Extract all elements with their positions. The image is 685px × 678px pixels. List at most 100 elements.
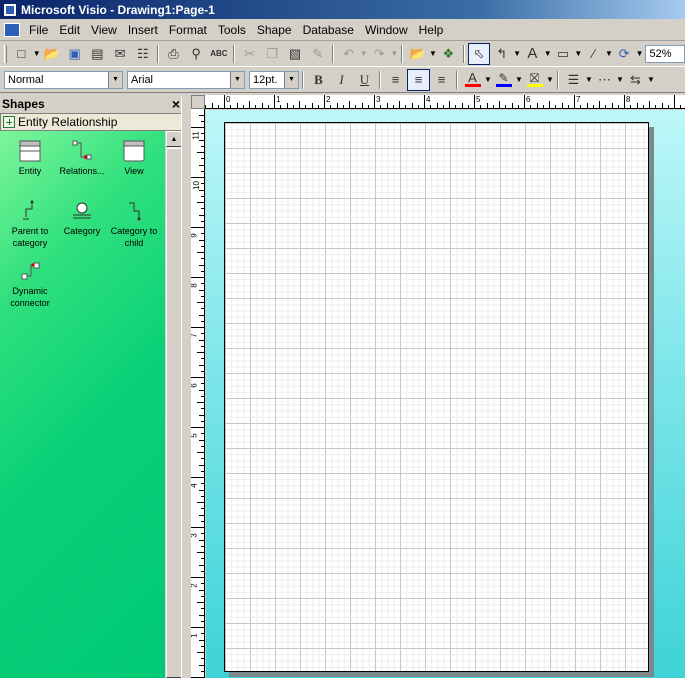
print-icon[interactable]: ⎙	[162, 43, 185, 65]
text-dropdown-icon[interactable]: ▼	[544, 49, 552, 58]
master-parent-to-category[interactable]: Parent to category	[0, 199, 60, 249]
fill-color-dropdown-icon[interactable]: ▼	[546, 75, 554, 84]
chevron-down-icon[interactable]: ▼	[284, 71, 298, 88]
align-center-icon[interactable]: ≡	[407, 68, 430, 91]
ruler-tick	[197, 202, 204, 203]
open-icon[interactable]: 📂	[41, 43, 64, 65]
copy-icon[interactable]: ❐	[261, 43, 284, 65]
print-preview-magnify-icon[interactable]: ⚲	[185, 43, 208, 65]
shape-explorer-icon[interactable]: ❖	[437, 43, 460, 65]
line-tool-icon[interactable]: ∕	[582, 43, 605, 65]
master-relationship[interactable]: Relations...	[52, 139, 112, 177]
redo-dropdown-icon[interactable]: ▼	[390, 49, 398, 58]
shapes-dropdown-icon[interactable]: ▼	[429, 49, 437, 58]
ruler-tick	[592, 105, 594, 108]
connector-tool-icon[interactable]: ↰	[490, 43, 513, 65]
style-select[interactable]: Normal ▼	[4, 70, 123, 89]
ruler-tick	[201, 133, 204, 135]
horizontal-ruler[interactable]: 0 1 2 3 4 5 6 7 8	[205, 95, 685, 109]
close-icon[interactable]: ×	[172, 96, 180, 112]
line-ends-icon[interactable]: ⇆	[624, 69, 647, 91]
menu-window[interactable]: Window	[362, 21, 416, 39]
font-color-dropdown-icon[interactable]: ▼	[484, 75, 492, 84]
text-tool-icon[interactable]: A	[521, 43, 544, 65]
vertical-ruler[interactable]: 1110987654321	[191, 109, 205, 678]
rotate-tool-icon[interactable]: ⟳	[613, 43, 636, 65]
pointer-tool-icon[interactable]: ⬁	[467, 42, 491, 65]
drawing-canvas[interactable]	[206, 110, 685, 678]
menu-edit[interactable]: Edit	[56, 21, 88, 39]
line-pattern-dropdown-icon[interactable]: ▼	[616, 75, 624, 84]
ruler-tick	[201, 608, 204, 610]
align-right-icon[interactable]: ≡	[430, 69, 453, 91]
italic-icon[interactable]: I	[330, 69, 353, 91]
ruler-tick	[201, 570, 204, 572]
panel-splitter[interactable]	[181, 95, 191, 678]
scroll-thumb[interactable]	[166, 148, 182, 678]
toolbar-grip[interactable]	[4, 44, 7, 63]
cut-icon[interactable]: ✂	[238, 43, 261, 65]
email-icon[interactable]: ✉	[109, 43, 132, 65]
line-dropdown-icon[interactable]: ▼	[605, 49, 613, 58]
rectangle-dropdown-icon[interactable]: ▼	[574, 49, 582, 58]
line-ends-dropdown-icon[interactable]: ▼	[647, 75, 655, 84]
ruler-corner[interactable]	[191, 95, 205, 109]
format-painter-icon[interactable]: ✎	[306, 43, 329, 65]
chevron-down-icon[interactable]: ▼	[230, 71, 244, 88]
line-color-icon[interactable]: ✎	[492, 69, 515, 91]
spelling-icon[interactable]: ABC	[208, 43, 231, 65]
drawing-page[interactable]	[224, 122, 649, 672]
save-icon[interactable]: ▣	[63, 43, 86, 65]
undo-dropdown-icon[interactable]: ▼	[360, 49, 368, 58]
font-select[interactable]: Arial ▼	[127, 70, 245, 89]
line-pattern-icon[interactable]: ⋯	[593, 69, 616, 91]
menu-format[interactable]: Format	[166, 21, 215, 39]
ruler-tick	[267, 105, 269, 108]
menu-insert[interactable]: Insert	[125, 21, 166, 39]
menu-help[interactable]: Help	[416, 21, 452, 39]
redo-icon[interactable]: ↷	[368, 43, 391, 65]
font-size-select[interactable]: 12pt. ▼	[249, 70, 299, 89]
underline-icon[interactable]: U	[353, 69, 376, 91]
stencil-tab-entity-relationship[interactable]: Entity Relationship	[0, 113, 184, 131]
paste-icon[interactable]: ▧	[284, 43, 307, 65]
master-view[interactable]: View	[104, 139, 164, 177]
new-icon[interactable]: □	[10, 43, 33, 65]
line-weight-icon[interactable]: ☰	[562, 69, 585, 91]
rectangle-tool-icon[interactable]: ▭	[552, 43, 575, 65]
menu-file[interactable]: File	[26, 21, 56, 39]
permission-icon[interactable]: ▤	[86, 43, 109, 65]
fill-color-icon[interactable]: ⛝	[523, 69, 546, 91]
master-dynamic-connector[interactable]: Dynamic connector	[0, 259, 60, 309]
menu-view[interactable]: View	[88, 21, 125, 39]
ruler-tick	[536, 103, 538, 108]
undo-icon[interactable]: ↶	[337, 43, 360, 65]
chevron-down-icon[interactable]: ▼	[108, 71, 122, 88]
connector-dropdown-icon[interactable]: ▼	[513, 49, 521, 58]
master-category-to-child[interactable]: Category to child	[104, 199, 164, 249]
menu-shape[interactable]: Shape	[254, 21, 300, 39]
master-category[interactable]: Category	[52, 199, 112, 237]
line-weight-dropdown-icon[interactable]: ▼	[585, 75, 593, 84]
relationship-icon	[70, 139, 94, 163]
align-left-icon[interactable]: ≡	[384, 69, 407, 91]
master-entity[interactable]: Entity	[0, 139, 60, 177]
bold-icon[interactable]: B	[307, 69, 330, 91]
font-color-icon[interactable]: A	[461, 69, 484, 91]
ruler-tick	[199, 339, 204, 341]
new-dropdown-icon[interactable]: ▼	[33, 49, 41, 58]
document-menu-icon[interactable]	[4, 23, 20, 37]
print-preview-icon[interactable]: ☷	[131, 43, 154, 65]
rotate-dropdown-icon[interactable]: ▼	[636, 49, 644, 58]
category-icon	[70, 199, 94, 223]
line-color-dropdown-icon[interactable]: ▼	[515, 75, 523, 84]
shapes-open-icon[interactable]: 📂	[406, 43, 429, 65]
ruler-tick	[442, 105, 444, 108]
ruler-tick	[199, 439, 204, 441]
scroll-up-icon[interactable]: ▲	[166, 131, 182, 147]
visio-app-icon[interactable]	[3, 2, 17, 17]
zoom-select[interactable]: 52%	[645, 44, 685, 63]
stencil-scrollbar[interactable]: ▲	[165, 131, 182, 678]
menu-tools[interactable]: Tools	[215, 21, 254, 39]
menu-database[interactable]: Database	[300, 21, 362, 39]
